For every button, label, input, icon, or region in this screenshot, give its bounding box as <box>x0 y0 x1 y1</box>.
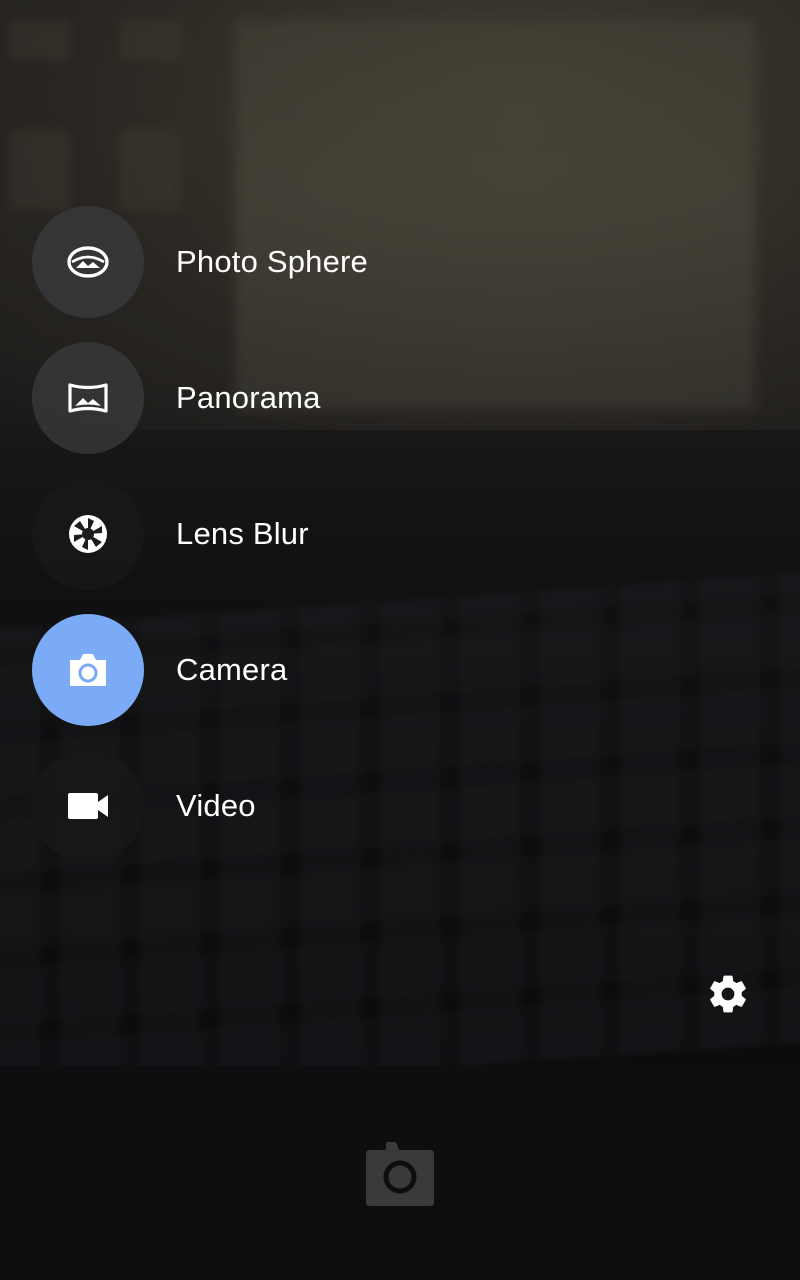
mode-circle <box>32 750 144 862</box>
camera-icon <box>66 648 110 692</box>
video-icon <box>66 784 110 828</box>
gear-icon <box>706 972 750 1016</box>
mode-label: Lens Blur <box>176 516 309 551</box>
mode-item-lens-blur[interactable]: Lens Blur <box>32 478 552 590</box>
mode-label: Camera <box>176 652 288 687</box>
mode-circle <box>32 478 144 590</box>
mode-label: Photo Sphere <box>176 244 368 279</box>
mode-circle <box>32 206 144 318</box>
settings-button[interactable] <box>704 970 752 1018</box>
mode-item-video[interactable]: Video <box>32 750 552 862</box>
mode-circle <box>32 614 144 726</box>
mode-list: Photo Sphere Panorama Lens Blur Camera V… <box>0 0 800 1066</box>
panorama-icon <box>66 376 110 420</box>
mode-item-photo-sphere[interactable]: Photo Sphere <box>32 206 552 318</box>
photo-sphere-icon <box>66 240 110 284</box>
mode-label: Video <box>176 788 256 823</box>
mode-item-camera[interactable]: Camera <box>32 614 552 726</box>
mode-label: Panorama <box>176 380 321 415</box>
mode-circle <box>32 342 144 454</box>
camera-app-screen: Photo Sphere Panorama Lens Blur Camera V… <box>0 0 800 1280</box>
lens-blur-icon <box>66 512 110 556</box>
mode-item-panorama[interactable]: Panorama <box>32 342 552 454</box>
shutter-button[interactable] <box>364 1140 436 1208</box>
camera-icon <box>364 1140 436 1208</box>
